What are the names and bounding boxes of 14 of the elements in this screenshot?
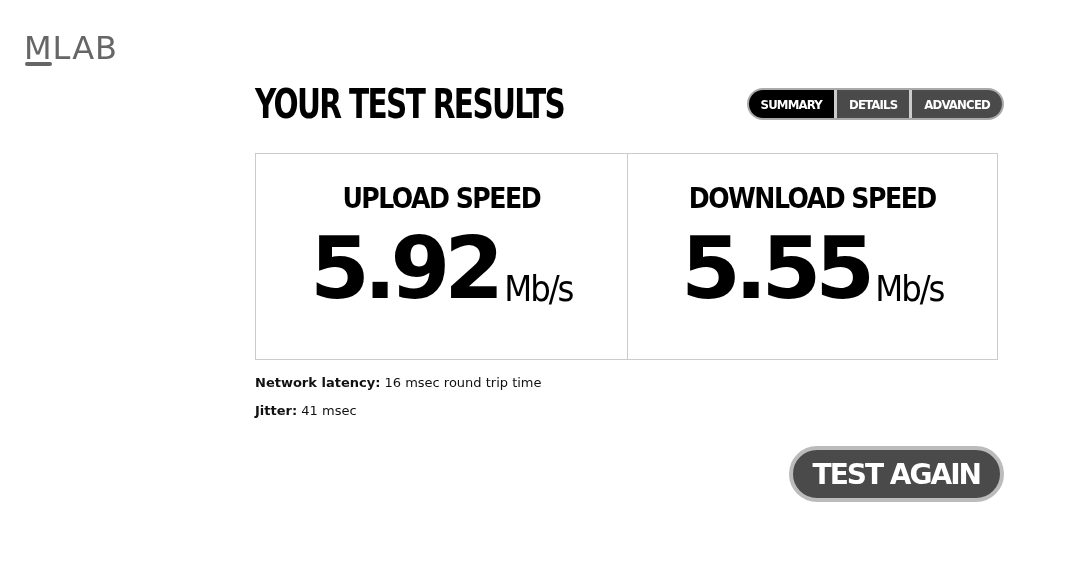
speed-value: 5.92 [310, 223, 499, 313]
speed-label: UPLOAD SPEED [342, 182, 541, 215]
stat-text: Network latency: 16 msec round trip time [255, 375, 543, 390]
speed-value: 5.55 [681, 223, 870, 313]
tab[interactable]: SUMMARY [748, 90, 834, 118]
speed-unit: Mb/s [875, 267, 944, 311]
speed-label: DOWNLOAD SPEED [688, 182, 936, 215]
stat-text: Jitter: 41 msec [255, 403, 358, 418]
speed-unit: Mb/s [504, 267, 573, 311]
test-again-button[interactable]: TEST AGAIN [788, 446, 1004, 502]
page-title: YOUR TEST RESULTS [255, 80, 565, 128]
tab[interactable]: ADVANCED [912, 90, 1002, 118]
logo: MLAB [24, 30, 118, 66]
tab[interactable]: DETAILS [836, 90, 910, 118]
